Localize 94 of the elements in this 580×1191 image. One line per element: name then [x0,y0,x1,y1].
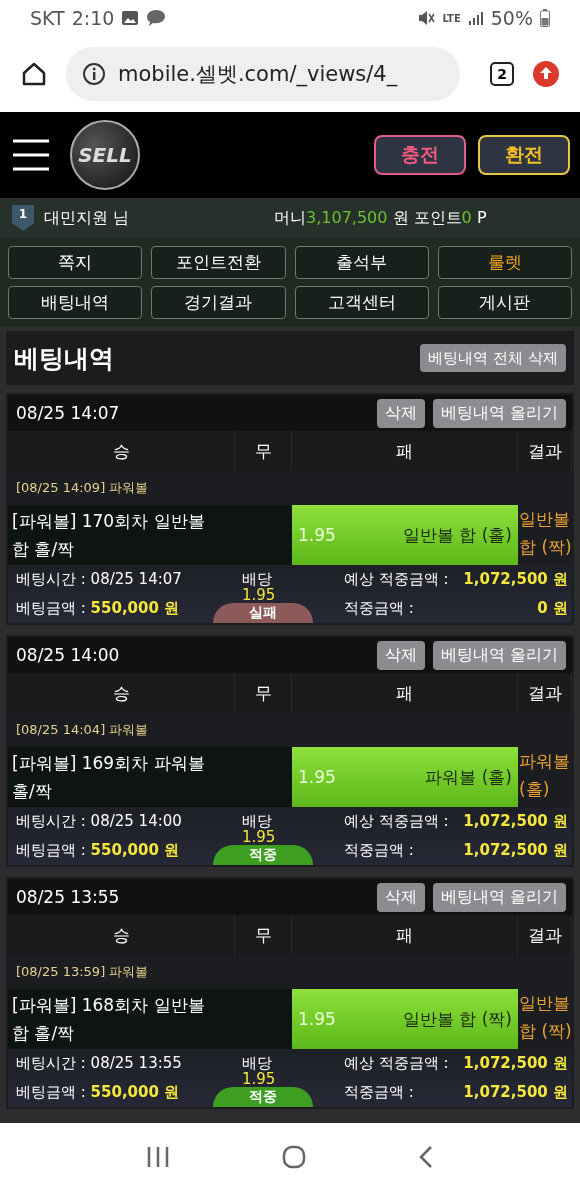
odds-value: 1.95 [298,525,336,545]
header-button[interactable]: 충전 [374,135,466,175]
bet-amount: 베팅금액 : 550,000 원 [16,841,181,860]
logo[interactable]: SELL [70,120,140,190]
battery-icon [540,9,550,27]
network-type: LTE [442,12,461,24]
info-icon [82,62,106,86]
expected-label: 예상 적중금액 : [344,1054,449,1073]
status-badge: 실패 [213,603,313,623]
payout-label: 배당 [242,813,272,829]
menu-item[interactable]: 게시판 [437,286,572,319]
signal-icon [467,10,484,26]
home-button-icon[interactable] [282,1145,306,1169]
balance-text: 머니3,107,500 원 포인트0 P [274,207,487,229]
bet-date: 08/25 14:00 [16,645,121,665]
bet-time: 베팅시간 : 08/25 14:07 [16,570,183,589]
menu-item[interactable]: 배팅내역 [8,286,143,319]
column-header: 패 [292,915,518,955]
menu-item[interactable]: 고객센터 [294,286,429,319]
won-amount: 0 원 [537,599,568,618]
empty-cell [235,747,292,807]
column-header: 무 [235,915,292,955]
expected-label: 예상 적중금액 : [344,570,449,589]
bet-amount: 베팅금액 : 550,000 원 [16,1083,181,1102]
payout-value: 1.95 [242,829,276,845]
won-label: 적중금액 : [344,841,414,860]
column-header: 결과 [518,673,572,713]
payout-label: 배당 [242,1055,272,1071]
menu-item[interactable]: 포인트전환 [151,246,286,279]
menu-item[interactable]: 경기결과 [151,286,286,319]
column-header: 승 [8,431,235,471]
pick-label: 파워볼 (홀) [425,765,512,789]
bet-title: [파워볼] 169회차 파워볼 홀/짝 [8,747,235,807]
column-header: 무 [235,431,292,471]
bet-amount: 베팅금액 : 550,000 원 [16,599,181,618]
expected-amount: 1,072,500 원 [463,812,568,831]
game-line: [08/25 13:59] 파워볼 [16,963,149,981]
image-icon [121,10,140,26]
user-name: 대민지원 님 [44,207,131,229]
result-text: 일반볼 합 (짝) [518,992,572,1043]
back-icon[interactable] [418,1145,434,1169]
upload-icon[interactable] [532,60,560,88]
page-title: 베팅내역 [14,342,114,375]
battery-level: 50% [490,7,533,29]
bet-title: [파워볼] 170회차 일반볼 합 홀/짝 [8,505,235,565]
pick-label: 일반볼 합 (짝) [402,1007,512,1031]
chat-bubble-icon [146,9,167,27]
bet-time: 베팅시간 : 08/25 13:55 [16,1054,183,1073]
clock: 2:10 [71,7,115,29]
menu-icon[interactable] [12,138,50,172]
column-header: 승 [8,673,235,713]
empty-cell [235,505,292,565]
payout-value: 1.95 [242,1071,276,1087]
header-button[interactable]: 환전 [478,135,570,175]
empty-cell [235,989,292,1049]
rank-badge: 1 [12,205,34,231]
address-bar[interactable]: mobile.셀벳.com/_views/4_ [66,47,460,101]
won-amount: 1,072,500 원 [463,841,568,860]
payout-value: 1.95 [242,587,276,603]
column-header: 승 [8,915,235,955]
bet-title: [파워볼] 168회차 일반볼 합 홀/짝 [8,989,235,1049]
mute-icon [417,9,436,27]
status-badge: 적중 [213,845,313,865]
column-header: 패 [292,431,518,471]
result-text: 파워볼 (홀) [518,750,571,801]
tab-count[interactable]: 2 [490,62,514,86]
bet-date: 08/25 14:07 [16,403,121,423]
game-line: [08/25 14:04] 파워볼 [16,721,149,739]
bet-time: 베팅시간 : 08/25 14:00 [16,812,183,831]
game-line: [08/25 14:09] 파워볼 [16,479,149,497]
expected-amount: 1,072,500 원 [463,1054,568,1073]
home-icon[interactable] [20,60,48,88]
column-header: 패 [292,673,518,713]
expected-amount: 1,072,500 원 [463,570,568,589]
expected-label: 예상 적중금액 : [344,812,449,831]
column-header: 결과 [518,431,572,471]
won-amount: 1,072,500 원 [463,1083,568,1102]
status-badge: 적중 [213,1087,313,1107]
won-label: 적중금액 : [344,1083,414,1102]
menu-item[interactable]: 출석부 [294,246,429,279]
column-header: 무 [235,673,292,713]
menu-item[interactable]: 쪽지 [8,246,143,279]
odds-value: 1.95 [298,1009,336,1029]
odds-value: 1.95 [298,767,336,787]
bet-date: 08/25 13:55 [16,887,121,907]
menu-item[interactable]: 룰렛 [437,246,572,279]
result-text: 일반볼 합 (짝) [518,508,572,559]
url-text: mobile.셀벳.com/_views/4_ [118,61,398,88]
payout-label: 배당 [242,571,272,587]
recent-apps-icon[interactable] [146,1146,170,1168]
carrier: SKT [30,7,65,29]
column-header: 결과 [518,915,572,955]
won-label: 적중금액 : [344,599,414,618]
pick-label: 일반볼 합 (홀) [402,523,512,547]
